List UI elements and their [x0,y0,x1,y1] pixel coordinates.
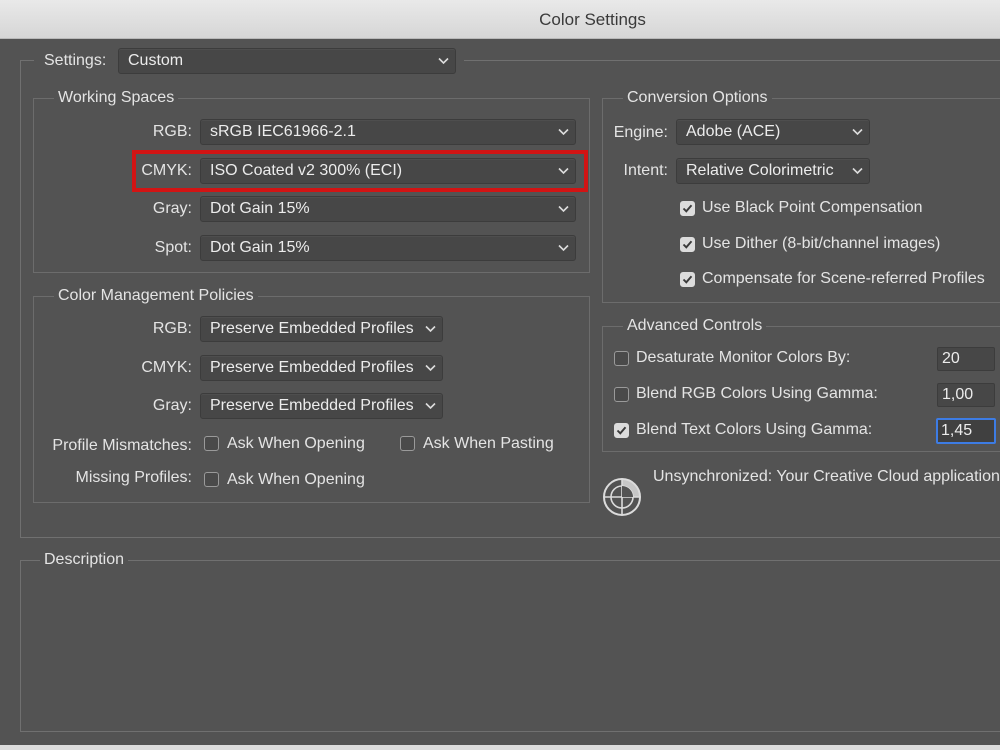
intent-value: Relative Colorimetric [686,162,834,179]
blend-rgb-value: 1,00 [942,386,974,403]
pol-rgb-label: RGB: [152,320,192,337]
conversion-title: Conversion Options [623,89,772,107]
ws-rgb-label: RGB: [152,123,192,140]
working-spaces-title: Working Spaces [54,89,179,107]
blend-text-checkbox[interactable] [614,423,629,438]
chevron-down-icon [852,128,863,136]
ws-gray-dropdown[interactable]: Dot Gain 15% [200,196,576,222]
checkmark-icon [682,204,693,213]
desaturate-label[interactable]: Desaturate Monitor Colors By: [636,349,850,367]
mismatch-opening-checkbox[interactable] [204,436,219,451]
dither-checkbox[interactable] [680,237,695,252]
engine-value: Adobe (ACE) [686,123,781,140]
chevron-down-icon [852,167,863,175]
intent-label: Intent: [623,162,668,179]
chevron-down-icon [425,402,436,410]
blend-text-label[interactable]: Blend Text Colors Using Gamma: [636,421,872,439]
scene-referred-label[interactable]: Compensate for Scene-referred Profiles [702,270,985,288]
chevron-down-icon [438,57,449,65]
ws-spot-label: Spot: [154,239,192,256]
black-point-checkbox[interactable] [680,201,695,216]
chevron-down-icon [558,244,569,252]
pol-gray-value: Preserve Embedded Profiles [210,397,414,414]
mismatch-pasting-checkbox[interactable] [400,436,415,451]
pol-gray-dropdown[interactable]: Preserve Embedded Profiles [200,393,443,419]
missing-opening-checkbox[interactable] [204,472,219,487]
settings-dropdown[interactable]: Custom [118,48,456,74]
black-point-label[interactable]: Use Black Point Compensation [702,199,923,217]
settings-value: Custom [128,52,184,69]
chevron-down-icon [425,325,436,333]
checkmark-icon [682,275,693,284]
checkmark-icon [616,426,627,435]
pol-cmyk-dropdown[interactable]: Preserve Embedded Profiles [200,355,443,381]
desaturate-checkbox[interactable] [614,351,629,366]
chevron-down-icon [558,205,569,213]
checkmark-icon [682,240,693,249]
mismatch-opening-label[interactable]: Ask When Opening [227,435,365,453]
policies-title: Color Management Policies [54,287,258,305]
sync-status-text: Unsynchronized: Your Creative Cloud appl… [653,468,1000,485]
color-settings-window: Color Settings Settings: Custom Working … [0,0,1000,750]
pol-rgb-dropdown[interactable]: Preserve Embedded Profiles [200,316,443,342]
blend-rgb-checkbox[interactable] [614,387,629,402]
blend-rgb-label[interactable]: Blend RGB Colors Using Gamma: [636,385,878,403]
ws-spot-value: Dot Gain 15% [210,239,310,256]
pol-rgb-value: Preserve Embedded Profiles [210,320,414,337]
description-frame [20,560,1000,732]
window-title: Color Settings [539,10,646,29]
ws-spot-dropdown[interactable]: Dot Gain 15% [200,235,576,261]
pol-gray-label: Gray: [152,397,192,414]
chevron-down-icon [425,364,436,372]
desaturate-input[interactable]: 20 [937,347,995,371]
window-bottom-edge [0,745,1000,750]
settings-label: Settings: [44,52,107,69]
pol-cmyk-value: Preserve Embedded Profiles [210,359,414,376]
description-title: Description [40,551,129,569]
ws-rgb-value: sRGB IEC61966-2.1 [210,123,356,140]
missing-profiles-label: Missing Profiles: [75,469,192,486]
desaturate-value: 20 [942,350,960,367]
title-bar[interactable]: Color Settings [0,0,1000,39]
ws-rgb-dropdown[interactable]: sRGB IEC61966-2.1 [200,119,576,145]
pol-cmyk-label: CMYK: [141,359,192,376]
ws-gray-value: Dot Gain 15% [210,200,310,217]
engine-dropdown[interactable]: Adobe (ACE) [676,119,870,145]
cmyk-highlight-box [132,150,588,192]
blend-rgb-input[interactable]: 1,00 [937,383,995,407]
blend-text-value: 1,45 [941,422,973,439]
advanced-title: Advanced Controls [623,317,767,335]
dither-label[interactable]: Use Dither (8-bit/channel images) [702,235,940,253]
profile-mismatches-label: Profile Mismatches: [52,437,192,454]
blend-text-input[interactable]: 1,45 [936,418,996,444]
mismatch-pasting-label[interactable]: Ask When Pasting [423,435,554,453]
missing-opening-label[interactable]: Ask When Opening [227,471,365,489]
ws-gray-label: Gray: [152,200,192,217]
scene-referred-checkbox[interactable] [680,272,695,287]
chevron-down-icon [558,128,569,136]
intent-dropdown[interactable]: Relative Colorimetric [676,158,870,184]
color-sync-icon [603,478,641,516]
engine-label: Engine: [613,124,668,141]
